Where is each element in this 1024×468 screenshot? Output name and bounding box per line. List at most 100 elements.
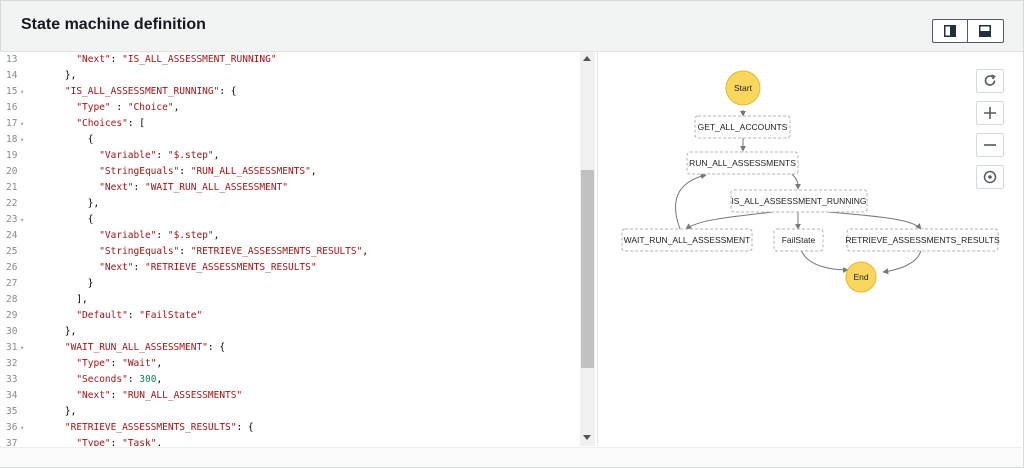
code-text: "WAIT_RUN_ALL_ASSESSMENT": { bbox=[64, 342, 226, 353]
node-end[interactable]: End bbox=[845, 261, 877, 293]
page-title: State machine definition bbox=[21, 16, 206, 33]
node-wait-run-all-assessment-label: WAIT_RUN_ALL_ASSESSMENT bbox=[624, 235, 751, 245]
scroll-down-icon[interactable] bbox=[583, 435, 591, 440]
fold-toggle-icon[interactable]: ▾ bbox=[20, 116, 24, 132]
code-line: 25 "StringEquals": "RETRIEVE_ASSESSMENTS… bbox=[0, 244, 580, 260]
node-get-all-accounts[interactable]: GET_ALL_ACCOUNTS bbox=[694, 115, 791, 139]
code-text: "StringEquals": "RETRIEVE_ASSESSMENTS_RE… bbox=[99, 246, 369, 257]
code-line: 13 "Next": "IS_ALL_ASSESSMENT_RUNNING" bbox=[0, 52, 580, 68]
code-text: "Next": "RUN_ALL_ASSESSMENTS" bbox=[76, 390, 243, 401]
line-number: 13 bbox=[6, 54, 18, 65]
code-text: "Seconds": 300, bbox=[76, 374, 163, 385]
edge-wait-run bbox=[675, 173, 707, 230]
line-number: 16 bbox=[6, 102, 18, 113]
code-line: 16 "Type" : "Choice", bbox=[0, 100, 580, 116]
code-text: }, bbox=[42, 198, 100, 209]
line-number: 37 bbox=[6, 438, 18, 446]
center-icon bbox=[983, 170, 997, 184]
code-line: 23 ▾ { bbox=[0, 212, 580, 228]
code-line: 27 } bbox=[0, 276, 580, 292]
code-line: 20 "StringEquals": "RUN_ALL_ASSESSMENTS"… bbox=[0, 164, 580, 180]
code-editor[interactable]: 13 "Next": "IS_ALL_ASSESSMENT_RUNNING" 14… bbox=[0, 52, 598, 446]
graph-canvas: Start GET_ALL_ACCOUNTS RUN_ALL_ASSESSMEN… bbox=[621, 70, 1000, 293]
node-is-all-assessment-running-label: IS_ALL_ASSESSMENT_RUNNING bbox=[731, 196, 866, 206]
code-line: 24 "Variable": "$.step", bbox=[0, 228, 580, 244]
line-number: 28 bbox=[6, 294, 18, 305]
node-fail-state[interactable]: FailState bbox=[773, 228, 824, 252]
edge-is-retrieve bbox=[827, 211, 922, 230]
code-text: "Variable": "$.step", bbox=[99, 150, 220, 161]
workflow-graph[interactable]: Start GET_ALL_ACCOUNTS RUN_ALL_ASSESSMEN… bbox=[598, 52, 1022, 462]
node-is-all-assessment-running[interactable]: IS_ALL_ASSESSMENT_RUNNING bbox=[730, 189, 868, 213]
fold-toggle-icon[interactable]: ▾ bbox=[20, 84, 24, 100]
bottom-view-icon bbox=[979, 25, 991, 37]
code-line: 17 ▾ "Choices": [ bbox=[0, 116, 580, 132]
code-text: "Variable": "$.step", bbox=[99, 230, 220, 241]
code-text: "RETRIEVE_ASSESSMENTS_RESULTS": { bbox=[64, 422, 254, 433]
code-line: 29 "Default": "FailState" bbox=[0, 308, 580, 324]
line-number: 17 bbox=[6, 118, 18, 129]
zoom-out-icon bbox=[984, 144, 996, 146]
code-text: ], bbox=[42, 294, 88, 305]
edge-run-is bbox=[789, 171, 801, 190]
edge-is-wait bbox=[685, 211, 774, 230]
split-view-button[interactable] bbox=[932, 19, 968, 43]
code-line: 34 "Next": "RUN_ALL_ASSESSMENTS" bbox=[0, 388, 580, 404]
node-wait-run-all-assessment[interactable]: WAIT_RUN_ALL_ASSESSMENT bbox=[621, 228, 753, 252]
horizontal-scrollbar[interactable] bbox=[0, 447, 1022, 467]
line-number: 27 bbox=[6, 278, 18, 289]
code-line: 18 ▾ { bbox=[0, 132, 580, 148]
code-line: 22 }, bbox=[0, 196, 580, 212]
line-number: 23 bbox=[6, 214, 18, 225]
fold-toggle-icon[interactable]: ▾ bbox=[20, 212, 24, 228]
code-text: }, bbox=[42, 326, 77, 337]
zoom-in-button[interactable] bbox=[976, 101, 1004, 125]
line-number: 29 bbox=[6, 310, 18, 321]
line-number: 33 bbox=[6, 374, 18, 385]
node-run-all-assessments[interactable]: RUN_ALL_ASSESSMENTS bbox=[686, 151, 799, 175]
code-line: 37 "Type": "Task", bbox=[0, 436, 580, 446]
fold-toggle-icon[interactable]: ▾ bbox=[20, 132, 24, 148]
scrollbar-thumb[interactable] bbox=[581, 170, 594, 368]
line-number: 19 bbox=[6, 150, 18, 161]
code-line: 21 "Next": "WAIT_RUN_ALL_ASSESSMENT" bbox=[0, 180, 580, 196]
code-line: 36 ▾ "RETRIEVE_ASSESSMENTS_RESULTS": { bbox=[0, 420, 580, 436]
line-number: 22 bbox=[6, 198, 18, 209]
node-retrieve-assessments-results[interactable]: RETRIEVE_ASSESSMENTS_RESULTS bbox=[845, 228, 1000, 252]
node-run-all-assessments-label: RUN_ALL_ASSESSMENTS bbox=[689, 158, 796, 168]
code-text: "Type": "Wait", bbox=[76, 358, 163, 369]
line-number: 14 bbox=[6, 70, 18, 81]
fold-toggle-icon[interactable]: ▾ bbox=[20, 420, 24, 436]
code-text: "Default": "FailState" bbox=[76, 310, 203, 321]
code-line: 19 "Variable": "$.step", bbox=[0, 148, 580, 164]
zoom-out-button[interactable] bbox=[976, 133, 1004, 157]
zoom-in-icon bbox=[984, 107, 996, 119]
node-end-label: End bbox=[853, 272, 868, 282]
node-start-label: Start bbox=[734, 83, 753, 93]
line-number: 35 bbox=[6, 406, 18, 417]
line-number: 30 bbox=[6, 326, 18, 337]
bottom-view-button[interactable] bbox=[968, 19, 1004, 43]
line-number: 24 bbox=[6, 230, 18, 241]
code-text: "Next": "RETRIEVE_ASSESSMENTS_RESULTS" bbox=[99, 262, 317, 273]
refresh-button[interactable] bbox=[976, 69, 1004, 93]
fold-toggle-icon[interactable]: ▾ bbox=[20, 340, 24, 356]
code-text: "Type": "Task", bbox=[76, 438, 163, 446]
code-line: 26 "Next": "RETRIEVE_ASSESSMENTS_RESULTS… bbox=[0, 260, 580, 276]
node-retrieve-assessments-results-label: RETRIEVE_ASSESSMENTS_RESULTS bbox=[845, 235, 1000, 245]
code-text: "StringEquals": "RUN_ALL_ASSESSMENTS", bbox=[99, 166, 317, 177]
refresh-icon bbox=[984, 74, 996, 86]
code-text: }, bbox=[42, 406, 77, 417]
code-line: 14 }, bbox=[0, 68, 580, 84]
code-line: 30 }, bbox=[0, 324, 580, 340]
code-text: { bbox=[42, 134, 94, 145]
code-line: 35 }, bbox=[0, 404, 580, 420]
line-number: 26 bbox=[6, 262, 18, 273]
center-button[interactable] bbox=[976, 165, 1004, 189]
line-number: 18 bbox=[6, 134, 18, 145]
code-line: 31 ▾ "WAIT_RUN_ALL_ASSESSMENT": { bbox=[0, 340, 580, 356]
node-start[interactable]: Start bbox=[725, 70, 761, 106]
split-view-icon bbox=[944, 25, 956, 37]
scroll-up-icon[interactable] bbox=[583, 56, 591, 61]
code-line: 33 "Seconds": 300, bbox=[0, 372, 580, 388]
